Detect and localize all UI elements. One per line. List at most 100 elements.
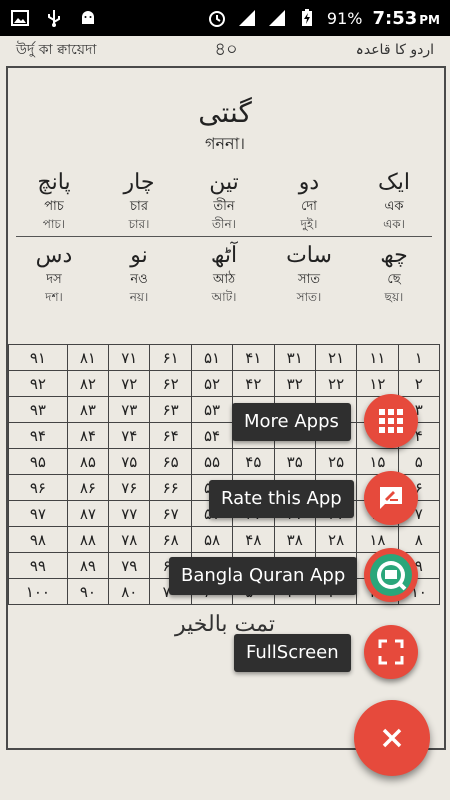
- table-cell: ۵۸: [190, 526, 234, 553]
- table-cell: ۲۵: [314, 448, 358, 475]
- table-cell: ۷۲: [108, 370, 151, 397]
- rate-app-label[interactable]: Rate this App: [209, 480, 354, 518]
- table-cell: ۳۱: [273, 344, 316, 371]
- table-cell: ۸۵: [66, 448, 110, 475]
- fullscreen-item[interactable]: FullScreen: [234, 634, 351, 672]
- rate-app-button[interactable]: [364, 471, 418, 525]
- rate-review-icon: [380, 487, 402, 509]
- signal-2-icon: [268, 10, 285, 26]
- table-cell: ۱۱: [356, 344, 399, 371]
- table-cell: ۹۲: [8, 370, 68, 397]
- bangla-quran-label[interactable]: Bangla Quran App: [169, 557, 358, 595]
- status-bar: 91% 7:53 PM: [0, 0, 450, 36]
- rate-app-item[interactable]: Rate this App: [209, 480, 354, 518]
- table-cell: ۹۴: [8, 422, 68, 449]
- page-number: ৪০: [214, 38, 238, 60]
- table-cell: ۸۰: [108, 578, 151, 605]
- number-word: نو নও নয়।: [129, 243, 149, 304]
- number-row-1: پانچ পাচ পাচ। چار চার চার। تین তীন তীন। دو দো দু…: [8, 168, 440, 232]
- table-cell: ۹۷: [8, 500, 68, 527]
- battery-percent: 91%: [326, 8, 363, 28]
- more-apps-label[interactable]: More Apps: [232, 403, 351, 441]
- divider: [16, 236, 432, 237]
- number-word: ایک এক এক।: [378, 170, 410, 231]
- number-word: دس দস দশ।: [35, 243, 73, 304]
- table-cell: ۷۸: [108, 526, 151, 553]
- number-word: دو দো দুই।: [298, 170, 320, 231]
- table-cell: ۸۳: [66, 396, 110, 423]
- table-cell: ۸: [397, 526, 441, 553]
- title-area: گنتی গননা।: [0, 96, 450, 158]
- battery-charging-icon: [301, 9, 312, 26]
- table-cell: ۳۵: [273, 448, 316, 475]
- table-row: ۹۵ ۸۵ ۷۵ ۶۵ ۵۵ ۴۵ ۳۵ ۲۵ ۱۵ ۵: [8, 448, 441, 475]
- table-cell: ۶۷: [149, 500, 192, 527]
- number-word: آٹھ আঠ আট।: [210, 243, 238, 304]
- table-row: ۹۸ ۸۸ ۷۸ ۶۸ ۵۸ ۴۸ ۳۸ ۲۸ ۱۸ ۸: [8, 526, 441, 553]
- table-cell: ۶۱: [149, 344, 192, 371]
- table-cell: ۲: [397, 370, 441, 397]
- table-cell: ۷۵: [108, 448, 151, 475]
- number-word: پانچ পাচ পাচ।: [37, 170, 71, 231]
- table-cell: ۹۵: [8, 448, 68, 475]
- table-cell: ۵۴: [190, 422, 234, 449]
- table-cell: ۹۸: [8, 526, 68, 553]
- number-words: پانچ পাচ পাচ। چار চার চার। تین তীন তীন। دو দো দু…: [8, 168, 440, 305]
- table-cell: ۵۳: [190, 396, 234, 423]
- table-cell: ۴۵: [232, 448, 275, 475]
- bangla-quran-item[interactable]: Bangla Quran App: [169, 557, 358, 595]
- table-cell: ۶۶: [149, 474, 192, 501]
- table-cell: ۵۱: [190, 344, 234, 371]
- page-header-left: উর্দু কা ক্বায়েদা: [16, 42, 97, 58]
- table-cell: ۸۲: [66, 370, 110, 397]
- title-bangla: গননা।: [205, 134, 245, 153]
- table-cell: ۷۱: [108, 344, 151, 371]
- number-word: چھ ছে ছয়।: [380, 243, 408, 304]
- title-urdu: گنتی: [198, 96, 252, 129]
- table-cell: ۶۵: [149, 448, 192, 475]
- fullscreen-icon: [378, 639, 404, 665]
- quran-app-icon: [370, 554, 412, 596]
- table-cell: ۱۰۰: [8, 578, 68, 605]
- table-cell: ۷۶: [108, 474, 151, 501]
- android-debug-icon: [82, 11, 94, 24]
- table-cell: ۷۴: [108, 422, 151, 449]
- table-cell: ۲۲: [314, 370, 358, 397]
- table-cell: ۹۱: [8, 344, 68, 371]
- table-cell: ۶۴: [149, 422, 192, 449]
- table-cell: ۸۸: [66, 526, 110, 553]
- more-apps-item[interactable]: More Apps: [232, 403, 351, 441]
- table-cell: ۹۹: [8, 552, 68, 579]
- table-cell: ۲۱: [314, 344, 358, 371]
- table-cell: ۱۲: [356, 370, 399, 397]
- signal-icon: [238, 10, 255, 26]
- table-cell: ۶۲: [149, 370, 192, 397]
- table-row: ۹۱ ۸۱ ۷۱ ۶۱ ۵۱ ۴۱ ۳۱ ۲۱ ۱۱ ۱: [8, 344, 441, 371]
- number-word: تین তীন তীন।: [209, 170, 239, 231]
- table-cell: ۴۲: [232, 370, 275, 397]
- table-cell: ۵۲: [190, 370, 234, 397]
- table-cell: ۱: [397, 344, 441, 371]
- alarm-icon: [208, 11, 225, 27]
- more-apps-button[interactable]: [364, 394, 418, 448]
- fullscreen-button[interactable]: [364, 625, 418, 679]
- table-cell: ۹۳: [8, 396, 68, 423]
- table-cell: ۶۸: [149, 526, 192, 553]
- number-row-2: دس দস দশ। نو নও নয়। آٹھ আঠ আট। سات সাত সাত। چھ ছ…: [8, 241, 440, 305]
- page-header: উর্দু কা ক্বায়েদা ৪০ اردو کا قاعدہ: [0, 36, 450, 64]
- close-menu-button[interactable]: [354, 700, 430, 776]
- table-cell: ۸۹: [66, 552, 110, 579]
- table-cell: ۴۸: [232, 526, 275, 553]
- number-word: چار চার চার।: [123, 170, 155, 231]
- page-header-right: اردو کا قاعدہ: [355, 42, 434, 58]
- table-cell: ۹۰: [66, 578, 110, 605]
- gallery-icon: [11, 10, 29, 26]
- bangla-quran-button[interactable]: [364, 548, 418, 602]
- table-cell: ۷۷: [108, 500, 151, 527]
- table-cell: ۸۱: [66, 344, 110, 371]
- close-icon: [382, 728, 402, 748]
- fullscreen-label[interactable]: FullScreen: [234, 634, 351, 672]
- table-cell: ۶۳: [149, 396, 192, 423]
- table-cell: ۵: [397, 448, 441, 475]
- table-cell: ۸۴: [66, 422, 110, 449]
